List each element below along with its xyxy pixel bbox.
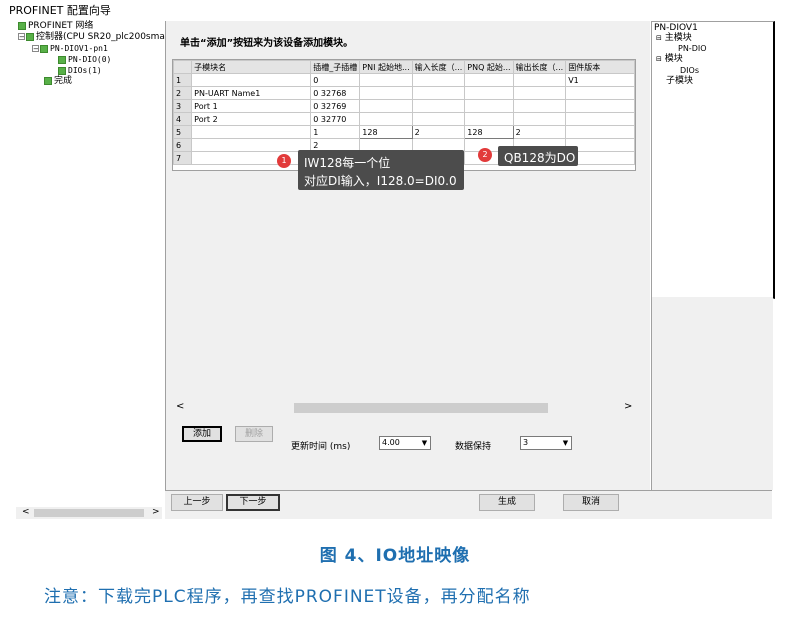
- table-row[interactable]: 5 1 128 2 128 2: [172, 125, 635, 139]
- generate-button[interactable]: 生成: [479, 494, 535, 511]
- annotation-callout-1: IW128每一个位 对应DI输入，I128.0=DI0.0: [298, 150, 464, 190]
- table-row[interactable]: 3 Port 1 0 32769: [172, 99, 635, 113]
- pni-start-input[interactable]: 128: [359, 125, 413, 139]
- instruction-text: 单击“添加”按钮来为该设备添加模块。: [180, 38, 354, 49]
- update-time-select[interactable]: 4.00 ▼: [379, 436, 431, 450]
- add-button[interactable]: 添加: [182, 426, 222, 442]
- rtree-root[interactable]: PN-DIOV1: [654, 23, 698, 33]
- scroll-left-arrow-icon[interactable]: <: [22, 507, 30, 517]
- tree-done[interactable]: 完成: [44, 76, 72, 87]
- scroll-thumb[interactable]: [34, 509, 144, 517]
- column-header[interactable]: PNI 起始地...: [359, 60, 413, 74]
- tree-root[interactable]: PROFINET 网络: [18, 21, 93, 32]
- annotation-badge-2: 2: [478, 148, 492, 162]
- device-module-tree[interactable]: PN-DIOV1 ⊟ 主模块 PN-DIO ⊟ 模块 DIOs 子模块: [651, 21, 775, 299]
- scroll-left-arrow-icon[interactable]: <: [176, 401, 184, 412]
- chevron-down-icon[interactable]: ▼: [560, 437, 571, 449]
- note-text: 注意：下载完PLC程序，再查找PROFINET设备，再分配名称: [44, 587, 531, 607]
- annotation-callout-2: QB128为DO: [498, 146, 578, 166]
- column-header[interactable]: 子模块名: [191, 60, 312, 74]
- annotation-badge-1: 1: [277, 154, 291, 168]
- rtree-main-module[interactable]: ⊟ 主模块: [656, 33, 692, 43]
- table-row[interactable]: 2 PN-UART Name1 0 32768: [172, 86, 635, 100]
- scroll-thumb[interactable]: [294, 403, 548, 413]
- chevron-down-icon[interactable]: ▼: [419, 437, 430, 449]
- table-horizontal-scrollbar[interactable]: < >: [172, 401, 634, 415]
- update-time-label: 更新时间 (ms): [291, 442, 351, 452]
- collapse-icon[interactable]: ⊟: [656, 55, 662, 63]
- table-row[interactable]: 1 0 V1: [172, 73, 635, 87]
- rtree-submodule[interactable]: 子模块: [666, 76, 693, 86]
- rtree-module[interactable]: ⊟ 模块: [656, 54, 683, 64]
- network-tree[interactable]: PROFINET 网络 − 控制器(CPU SR20_plc200smart) −…: [14, 21, 176, 505]
- collapse-icon[interactable]: −: [32, 45, 39, 53]
- delete-button[interactable]: 删除: [235, 426, 273, 442]
- pnq-start-input[interactable]: 128: [464, 125, 514, 139]
- column-header[interactable]: 插槽_子插槽: [310, 60, 361, 74]
- rtree-main-module-child[interactable]: PN-DIO: [678, 44, 707, 54]
- column-header[interactable]: 输入长度（...: [411, 60, 466, 74]
- prev-button[interactable]: 上一步: [171, 494, 223, 511]
- column-header[interactable]: 固件版本: [565, 60, 635, 74]
- rtree-module-child[interactable]: DIOs: [680, 66, 699, 76]
- done-icon: [44, 76, 52, 85]
- column-header[interactable]: PNQ 起始...: [464, 60, 514, 74]
- right-info-pane: [651, 297, 773, 490]
- table-row[interactable]: 4 Port 2 0 32770: [172, 112, 635, 126]
- scroll-right-arrow-icon[interactable]: >: [152, 507, 160, 517]
- figure-caption: 图 4、IO地址映像: [319, 546, 471, 566]
- data-hold-label: 数据保持: [455, 442, 492, 452]
- module-icon: [58, 55, 66, 64]
- module-icon: [58, 66, 66, 75]
- collapse-icon[interactable]: ⊟: [656, 34, 662, 42]
- column-header[interactable]: 输出长度（...: [512, 60, 567, 74]
- data-hold-select[interactable]: 3 ▼: [520, 436, 572, 450]
- tree-controller[interactable]: − 控制器(CPU SR20_plc200smart): [18, 32, 176, 43]
- device-icon: [40, 44, 48, 53]
- network-icon: [18, 21, 26, 30]
- header-corner: [172, 60, 193, 74]
- window-title: PROFINET 配置向导: [9, 4, 111, 17]
- scroll-right-arrow-icon[interactable]: >: [624, 401, 632, 412]
- left-horizontal-scrollbar[interactable]: < >: [16, 507, 162, 519]
- cancel-button[interactable]: 取消: [563, 494, 619, 511]
- collapse-icon[interactable]: −: [18, 33, 25, 41]
- table-header: 子模块名 插槽_子插槽 PNI 起始地... 输入长度（... PNQ 起始..…: [172, 60, 635, 74]
- controller-icon: [26, 32, 34, 41]
- next-button[interactable]: 下一步: [226, 494, 280, 511]
